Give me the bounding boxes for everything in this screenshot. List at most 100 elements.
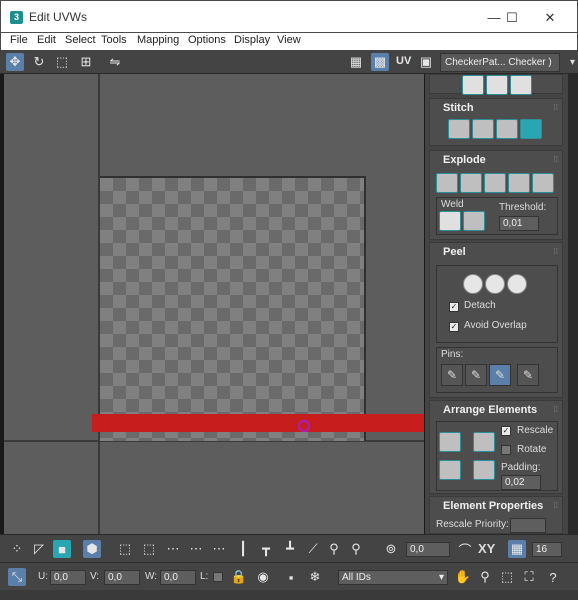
panel-scrollbar[interactable] [568, 74, 578, 534]
pack-normalize-icon[interactable] [473, 432, 495, 452]
stitch-source-icon[interactable] [472, 119, 494, 139]
weld-all-icon[interactable] [463, 211, 485, 231]
quick-peel-icon[interactable] [463, 274, 483, 294]
freeze-icon[interactable]: ❄ [306, 568, 324, 586]
w-coordinate-field[interactable]: 0,0 [160, 570, 196, 585]
stitch-target-icon[interactable] [520, 119, 542, 139]
menu-edit[interactable]: Edit [37, 34, 56, 46]
stitch-average-icon[interactable] [496, 119, 518, 139]
map-spherical-icon[interactable] [510, 75, 532, 95]
drag-grip-icon[interactable]: ⁞⁞ [554, 103, 558, 112]
paint-select-icon[interactable]: ┃ [234, 540, 252, 558]
menu-options[interactable]: Options [188, 34, 226, 46]
material-id-dropdown[interactable]: All IDs ▾ [338, 570, 448, 585]
grow-loop-icon[interactable]: ⋯ [210, 540, 228, 558]
rollout-title[interactable]: Peel [443, 246, 466, 258]
auto-pin-icon[interactable]: ✎ [489, 364, 511, 386]
help-icon[interactable]: ? [544, 568, 562, 586]
freeform-tool-icon[interactable]: ⊞ [77, 53, 95, 71]
menu-mapping[interactable]: Mapping [137, 34, 179, 46]
threshold-spinner[interactable]: 0,01 [499, 216, 539, 231]
selected-uv-faces[interactable] [92, 414, 424, 432]
hide-unhide-icon[interactable]: ◉ [254, 568, 272, 586]
flatten-by-material-icon[interactable] [508, 173, 530, 193]
rescale-priority-spinner[interactable] [510, 518, 546, 533]
uv-space-label[interactable]: UV [396, 55, 411, 67]
pan-hand-icon[interactable]: ✋ [454, 568, 472, 586]
absolute-offset-icon[interactable]: ⤡ [8, 568, 26, 586]
peel-mode-icon[interactable] [485, 274, 505, 294]
rotate-checkbox[interactable] [501, 445, 511, 455]
move-tool-icon[interactable]: ✥ [6, 53, 24, 71]
falloff-curve-icon[interactable]: ⌒ [456, 540, 474, 558]
polygon-mode-icon[interactable]: ■ [53, 540, 71, 558]
rescale-checkbox[interactable]: ✓ [501, 426, 511, 436]
pack-rescale-icon[interactable] [473, 460, 495, 480]
uv-editor-viewport[interactable] [4, 74, 424, 534]
padding-spinner[interactable]: 0,02 [501, 475, 541, 490]
menu-display[interactable]: Display [234, 34, 270, 46]
drag-grip-icon[interactable]: ⁞⁞ [554, 501, 558, 510]
stitch-custom-icon[interactable] [448, 119, 470, 139]
pin-icon[interactable]: ✎ [441, 364, 463, 386]
select-inverted-icon[interactable]: ┻ [281, 540, 299, 558]
drag-grip-icon[interactable]: ⁞⁞ [554, 405, 558, 414]
soft-selection-icon[interactable]: ⊚ [382, 540, 400, 558]
zoom-region-icon[interactable]: ⬚ [498, 568, 516, 586]
isolate-icon[interactable]: ▪ [282, 568, 300, 586]
break-icon[interactable] [436, 173, 458, 193]
zoom-icon[interactable]: ⚲ [476, 568, 494, 586]
drag-grip-icon[interactable]: ⁞⁞ [554, 155, 558, 164]
texture-dropdown[interactable]: CheckerPat... Checker ) ▾ [440, 53, 575, 72]
lock-selection-icon[interactable]: 🔒 [230, 568, 248, 586]
map-planar-icon[interactable] [462, 75, 484, 95]
soft-falloff-field[interactable]: 0,0 [406, 542, 450, 557]
brush-size-icon[interactable]: ⚲ [325, 540, 343, 558]
lock-l-checkbox[interactable] [213, 572, 223, 582]
rollout-title[interactable]: Stitch [443, 102, 474, 114]
select-by-angle-icon[interactable]: ┳ [257, 540, 275, 558]
pack-custom-icon[interactable] [439, 432, 461, 452]
weld-selected-icon[interactable] [439, 211, 461, 231]
menu-tools[interactable]: Tools [101, 34, 127, 46]
edge-mode-icon[interactable]: ◸ [30, 540, 48, 558]
paint-brush-icon[interactable]: ⟋ [304, 540, 322, 558]
rotate-tool-icon[interactable]: ↻ [30, 53, 48, 71]
flatten-by-poly-icon[interactable] [532, 173, 554, 193]
select-pins-icon[interactable]: ✎ [517, 364, 539, 386]
texture-map-icon[interactable]: ▣ [417, 53, 435, 71]
detach-edge-icon[interactable] [460, 173, 482, 193]
grid-size-field[interactable]: 16 [532, 542, 562, 557]
menu-view[interactable]: View [277, 34, 301, 46]
grow-selection-icon[interactable]: ⬚ [116, 540, 134, 558]
drag-grip-icon[interactable]: ⁞⁞ [554, 247, 558, 256]
xy-axis-label[interactable]: XY [478, 541, 495, 556]
zoom-extents-icon[interactable]: ⛶ [520, 568, 538, 586]
close-button[interactable]: ✕ [533, 7, 567, 29]
rollout-title[interactable]: Element Properties [443, 500, 543, 512]
mirror-tool-icon[interactable]: ⇋ [106, 53, 124, 71]
pack-together-icon[interactable] [439, 460, 461, 480]
grid-display-icon[interactable]: ▦ [347, 53, 365, 71]
unpin-icon[interactable]: ✎ [465, 364, 487, 386]
reset-peel-icon[interactable] [507, 274, 527, 294]
flatten-by-smoothing-icon[interactable] [484, 173, 506, 193]
brush-strength-icon[interactable]: ⚲ [347, 540, 365, 558]
checker-display-icon[interactable]: ▩ [371, 53, 389, 71]
ring-select-icon[interactable]: ⋯ [187, 540, 205, 558]
maximize-button[interactable]: ☐ [495, 7, 529, 29]
map-cylindrical-icon[interactable] [486, 75, 508, 95]
rollout-title[interactable]: Explode [443, 154, 486, 166]
menu-select[interactable]: Select [65, 34, 96, 46]
element-mode-icon[interactable]: ⬢ [83, 540, 101, 558]
menu-file[interactable]: File [10, 34, 28, 46]
shrink-selection-icon[interactable]: ⬚ [140, 540, 158, 558]
scale-tool-icon[interactable]: ⬚ [53, 53, 71, 71]
gizmo-pivot-icon[interactable] [298, 420, 310, 432]
v-coordinate-field[interactable]: 0,0 [104, 570, 140, 585]
grid-snap-icon[interactable]: ▦ [508, 540, 526, 558]
loop-select-icon[interactable]: ⋯ [164, 540, 182, 558]
vertex-mode-icon[interactable]: ⁘ [8, 540, 26, 558]
u-coordinate-field[interactable]: 0,0 [50, 570, 86, 585]
detach-checkbox[interactable]: ✓ [449, 302, 459, 312]
